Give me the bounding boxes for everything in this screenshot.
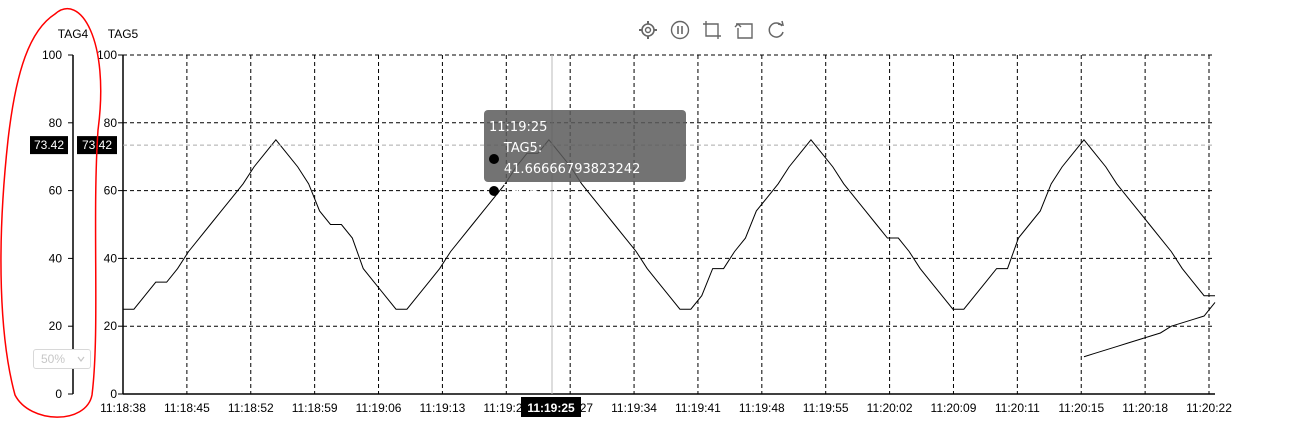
y-tick-label-left: 100 [42,48,62,62]
y-tick-label-right: 40 [104,251,118,265]
y-tick-label-right: 60 [104,184,118,198]
x-tick-label: 11:20:11 [995,401,1040,415]
series-dot-icon [489,154,499,164]
tooltip-row-label: TAG5: 41.66666793823242 [503,141,641,177]
x-tick-label: 11:19:55 [803,401,849,415]
crop-icon[interactable] [700,18,724,42]
refresh-icon[interactable] [764,18,788,42]
tooltip-time: 11:19:25 [489,120,548,135]
x-tick-label: 11:18:38 [100,401,146,415]
x-tick-label: 11:19:06 [356,401,402,415]
y-axis-name-right: TAG5 [108,27,139,41]
y-tick-label-right: 80 [104,116,118,130]
zoom-select-value: 50% [41,352,66,366]
series-dot-icon [489,185,499,196]
chevron-down-icon [77,356,85,362]
x-tick-label: 11:20:22 [1186,401,1232,415]
tooltip-row-tag5: TAG5: 41.66666793823242 [489,138,681,180]
x-tick-label: 11:18:59 [292,401,338,415]
reset-zoom-icon[interactable] [732,18,756,42]
x-tick-label: 11:20:15 [1058,401,1104,415]
y-tick-label-left: 20 [49,319,63,333]
y-tick-label-left: 40 [49,251,63,265]
y-tick-label-left: 0 [55,387,62,401]
x-tick-label: 11:20:09 [931,401,977,415]
x-tick-label: 11:18:52 [228,401,274,415]
x-tick-label: 11:20:18 [1122,401,1168,415]
x-tick-label: 11:19:34 [611,401,657,415]
y-tick-label-right: 20 [104,319,118,333]
tooltip-row-tag4: TAG4: - [489,180,681,201]
pointer-label-left: 73.42 [34,138,64,152]
y-tick-label-right: 100 [97,48,117,62]
pointer-label-x: 11:19:25 [527,401,575,415]
x-tick-label: 11:19:48 [739,401,785,415]
x-tick-label: 11:20:02 [867,401,913,415]
zoom-select[interactable]: 50% [33,349,91,369]
chart-tooltip: 11:19:25 TAG5: 41.66666793823242 TAG4: - [484,110,686,198]
x-tick-label: 11:19:13 [419,401,465,415]
pause-icon[interactable] [668,18,692,42]
y-tick-label-left: 80 [49,116,63,130]
x-tick-label: 11:18:45 [164,401,210,415]
y-axis-name-left: TAG4 [58,27,89,41]
y-tick-label-left: 60 [49,184,63,198]
line-chart: 0 0 20 20 40 40 60 60 80 80 100 100 11:18:38 11:18:45… [0,8,1232,418]
tooltip-row-label: TAG4: - [504,183,552,198]
series-line-tag4 [1083,302,1216,358]
y-tick-label-right: 0 [110,387,117,401]
gear-icon[interactable] [636,18,660,42]
chart-toolbar [636,18,788,42]
x-tick-label: 11:19:41 [675,401,721,415]
